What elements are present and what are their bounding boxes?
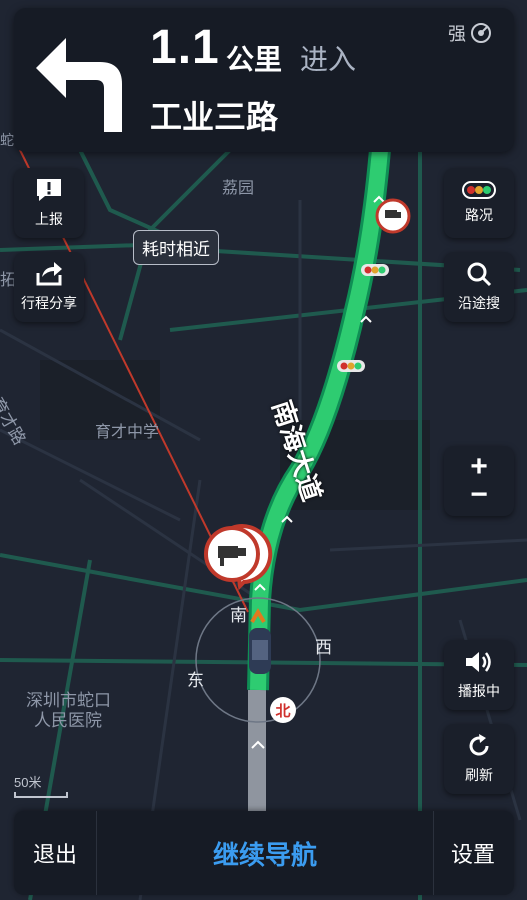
maneuver-banner: 1.1 公里 进入 工业三路 强 xyxy=(14,8,514,152)
speaker-icon xyxy=(466,652,491,672)
zoom-out-button[interactable]: − xyxy=(470,480,488,510)
map-label: 育才中学 xyxy=(95,424,160,441)
along-search-label: 沿途搜 xyxy=(458,295,500,311)
turn-left-arrow-icon xyxy=(36,38,122,132)
continue-navigation-button[interactable]: 继续导航 xyxy=(96,811,434,895)
voice-broadcast-button[interactable]: 播报中 xyxy=(444,640,514,710)
compass-south: 南 xyxy=(230,606,247,625)
bottom-bar: 退出 继续导航 设置 xyxy=(14,811,514,895)
zoom-control: + − xyxy=(444,446,514,516)
report-button[interactable]: 上报 xyxy=(14,168,84,238)
scale-label: 50米 xyxy=(14,775,42,790)
refresh-label: 刷新 xyxy=(465,767,493,783)
exit-button[interactable]: 退出 xyxy=(14,811,96,895)
trip-share-button[interactable]: 行程分享 xyxy=(14,252,84,322)
refresh-icon xyxy=(469,734,489,756)
map-label: 荔园 xyxy=(222,180,255,197)
map-label: 人民医院 xyxy=(34,711,102,730)
along-search-button[interactable]: 沿途搜 xyxy=(444,252,514,322)
traffic-button[interactable]: 路况 xyxy=(444,168,514,238)
report-label: 上报 xyxy=(35,211,63,227)
gps-signal: 强 xyxy=(448,20,492,46)
next-road-name: 工业三路 xyxy=(150,99,279,135)
gps-signal-icon xyxy=(471,23,491,43)
traffic-label: 路况 xyxy=(465,207,493,223)
maneuver-unit: 公里 xyxy=(226,44,283,75)
refresh-button[interactable]: 刷新 xyxy=(444,724,514,794)
settings-button[interactable]: 设置 xyxy=(432,811,514,895)
maneuver-distance: 1.1 xyxy=(150,21,220,74)
traffic-light-icon xyxy=(462,181,496,199)
share-icon xyxy=(36,262,62,286)
route-callout[interactable]: 耗时相近 xyxy=(133,230,219,265)
traffic-light-icon xyxy=(361,264,389,276)
report-icon xyxy=(37,179,61,201)
search-icon xyxy=(467,262,492,287)
map-label: 蛇 xyxy=(0,132,14,148)
compass-east: 东 xyxy=(187,671,204,690)
camera-marker-icon xyxy=(375,198,411,234)
voice-broadcast-label: 播报中 xyxy=(458,683,500,699)
compass-north: 北 xyxy=(270,697,296,723)
traffic-light-icon xyxy=(337,360,365,372)
maneuver-action: 进入 xyxy=(300,44,357,75)
scale-bar xyxy=(14,792,68,798)
zoom-in-button[interactable]: + xyxy=(470,452,488,482)
compass-west: 西 xyxy=(315,638,332,657)
gps-signal-label: 强 xyxy=(448,24,466,44)
trip-share-label: 行程分享 xyxy=(21,295,77,311)
